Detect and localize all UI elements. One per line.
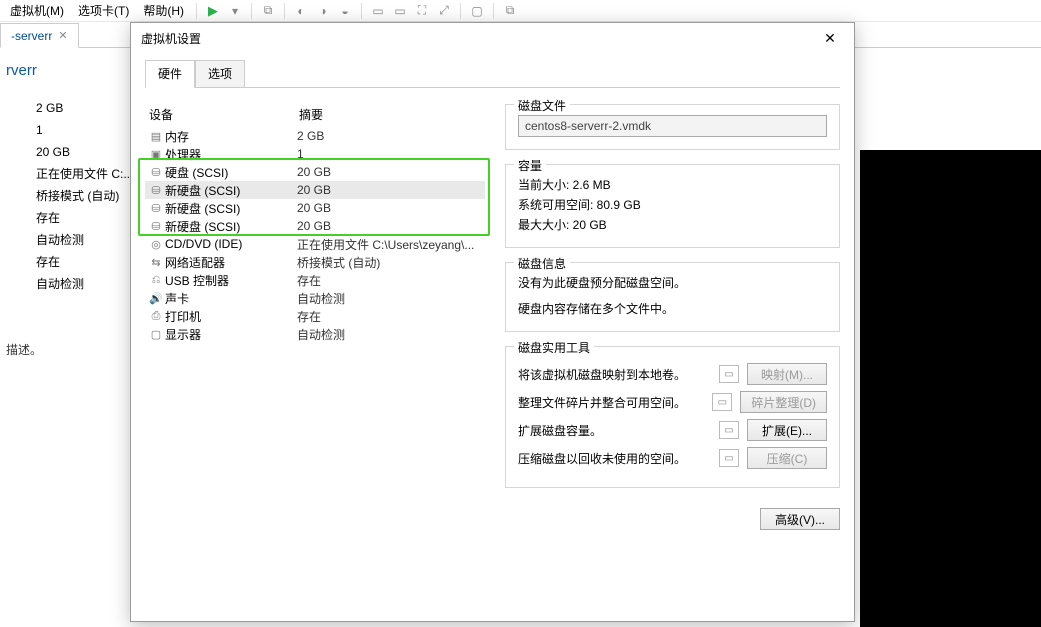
display-icon: ▢ [147,328,165,341]
toolbar-icon-9[interactable]: ▢ [467,1,487,21]
disk-info-1: 没有为此硬盘预分配磁盘空间。 [518,273,827,293]
menu-vm[interactable]: 虚拟机(M) [4,0,70,21]
hardware-list: 设备 摘要 ▤ 内存 2 GB ▣ 处理器 1 ⛁ 硬盘 (SCSI) 20 G… [145,104,485,611]
toolbar-icon-2[interactable]: ◐ [291,1,311,21]
toolbar-icon-1[interactable]: ⧉ [258,1,278,21]
vm-console-backdrop [860,150,1041,627]
capacity-free: 系统可用空间: 80.9 GB [518,195,827,215]
util-map-text: 将该虚拟机磁盘映射到本地卷。 [518,366,711,383]
help-icon[interactable]: ▭ [719,365,739,383]
cd-icon: ◎ [147,238,165,251]
network-icon: ⇆ [147,256,165,269]
map-button[interactable]: 映射(M)... [747,363,827,385]
hw-row-cpu[interactable]: ▣ 处理器 1 [145,145,485,163]
toolbar-icon-10[interactable]: ⧉ [500,1,520,21]
util-compact-text: 压缩磁盘以回收未使用的空间。 [518,450,711,467]
hdd-icon: ⛁ [147,166,165,179]
help-icon[interactable]: ▭ [719,449,739,467]
advanced-button[interactable]: 高级(V)... [760,508,840,530]
tab-server[interactable]: -serverr ✕ [0,23,79,48]
col-device: 设备 [149,106,299,123]
legend-utilities: 磁盘实用工具 [514,339,594,356]
legend-disk-info: 磁盘信息 [514,255,570,272]
toolbar-icon-5[interactable]: ▭ [368,1,388,21]
play-icon[interactable]: ▶ [203,1,223,21]
dialog-title: 虚拟机设置 [141,30,201,47]
hdd-icon: ⛁ [147,202,165,215]
memory-icon: ▤ [147,130,165,143]
dropdown-icon[interactable]: ▾ [225,1,245,21]
group-disk-info: 磁盘信息 没有为此硬盘预分配磁盘空间。 硬盘内容存储在多个文件中。 [505,262,840,332]
compact-button[interactable]: 压缩(C) [747,447,827,469]
help-icon[interactable]: ▭ [712,393,732,411]
hw-row-display[interactable]: ▢ 显示器 自动检测 [145,325,485,343]
close-icon[interactable]: ✕ [58,29,67,42]
hw-row-newdisk-3[interactable]: ⛁ 新硬盘 (SCSI) 20 GB [145,217,485,235]
hw-row-printer[interactable]: ⎙ 打印机 存在 [145,307,485,325]
menubar: 虚拟机(M) 选项卡(T) 帮助(H) ▶ ▾ ⧉ ◐ ◑ ◒ ▭ ▭ ⛶ ⤢ … [0,0,1041,22]
hdd-icon: ⛁ [147,184,165,197]
menu-help[interactable]: 帮助(H) [137,0,190,21]
dialog-close-button[interactable]: ✕ [814,27,846,49]
hw-row-sound[interactable]: 🔊 声卡 自动检测 [145,289,485,307]
legend-disk-file: 磁盘文件 [514,97,570,114]
col-summary: 摘要 [299,106,323,123]
hw-row-newdisk-2[interactable]: ⛁ 新硬盘 (SCSI) 20 GB [145,199,485,217]
toolbar-icon-8[interactable]: ⤢ [434,1,454,21]
toolbar-icon-7[interactable]: ⛶ [412,1,432,21]
toolbar-icon-6[interactable]: ▭ [390,1,410,21]
sound-icon: 🔊 [147,292,165,305]
util-expand-text: 扩展磁盘容量。 [518,422,711,439]
usb-icon: ⎌ [147,274,165,287]
disk-info-2: 硬盘内容存储在多个文件中。 [518,299,827,319]
hw-row-disk[interactable]: ⛁ 硬盘 (SCSI) 20 GB [145,163,485,181]
capacity-max: 最大大小: 20 GB [518,215,827,235]
printer-icon: ⎙ [147,310,165,323]
disk-file-field[interactable]: centos8-serverr-2.vmdk [518,115,827,137]
hw-row-network[interactable]: ⇆ 网络适配器 桥接模式 (自动) [145,253,485,271]
hw-row-usb[interactable]: ⎌ USB 控制器 存在 [145,271,485,289]
util-defrag-text: 整理文件碎片并整合可用空间。 [518,394,704,411]
menu-tabs[interactable]: 选项卡(T) [72,0,135,21]
group-capacity: 容量 当前大小: 2.6 MB 系统可用空间: 80.9 GB 最大大小: 20… [505,164,840,248]
group-disk-utilities: 磁盘实用工具 将该虚拟机磁盘映射到本地卷。 ▭ 映射(M)... 整理文件碎片并… [505,346,840,488]
vm-settings-dialog: 虚拟机设置 ✕ 硬件 选项 设备 摘要 ▤ 内存 2 GB ▣ [130,22,855,622]
expand-button[interactable]: 扩展(E)... [747,419,827,441]
tab-hardware[interactable]: 硬件 [145,60,195,88]
tab-options[interactable]: 选项 [195,60,245,88]
toolbar-icon-4[interactable]: ◒ [335,1,355,21]
hw-row-newdisk-1[interactable]: ⛁ 新硬盘 (SCSI) 20 GB [145,181,485,199]
toolbar-icon-3[interactable]: ◑ [313,1,333,21]
hw-row-memory[interactable]: ▤ 内存 2 GB [145,127,485,145]
tab-label: -serverr [11,29,52,43]
cpu-icon: ▣ [147,148,165,161]
hw-row-cddvd[interactable]: ◎ CD/DVD (IDE) 正在使用文件 C:\Users\zeyang\..… [145,235,485,253]
legend-capacity: 容量 [514,157,546,174]
defrag-button[interactable]: 碎片整理(D) [740,391,827,413]
group-disk-file: 磁盘文件 centos8-serverr-2.vmdk [505,104,840,150]
capacity-current: 当前大小: 2.6 MB [518,175,827,195]
help-icon[interactable]: ▭ [719,421,739,439]
hdd-icon: ⛁ [147,220,165,233]
